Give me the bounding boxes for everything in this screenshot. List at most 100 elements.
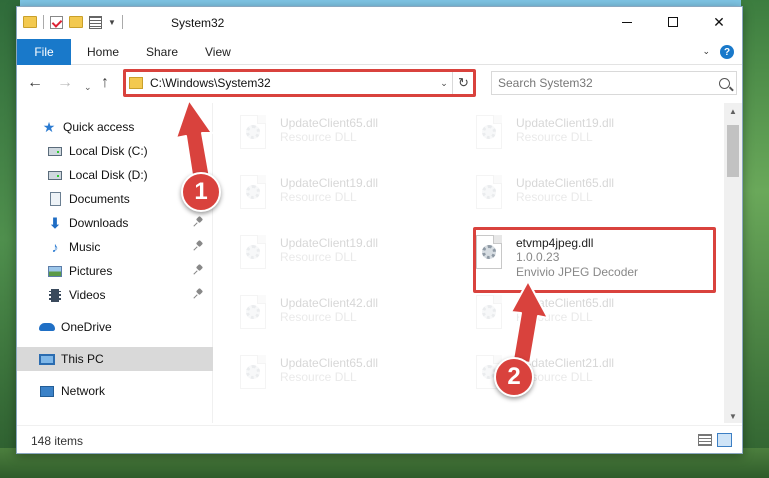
file-description: Resource DLL — [280, 130, 357, 144]
help-icon[interactable]: ? — [720, 45, 734, 59]
sidebar-item-downloads[interactable]: ⬇ Downloads — [17, 211, 213, 235]
maximize-icon — [668, 17, 678, 27]
sidebar-item-label: OneDrive — [61, 320, 112, 334]
sidebar-item-label: This PC — [61, 352, 104, 366]
title-bar: ▼ System32 ✕ — [17, 7, 742, 39]
scroll-down-arrow-icon[interactable]: ▼ — [729, 412, 737, 421]
properties-check-icon[interactable] — [50, 15, 63, 29]
videos-icon — [47, 288, 63, 302]
list-item[interactable]: UpdateClient19.dll Resource DLL — [214, 171, 444, 221]
item-count: 148 items — [31, 434, 84, 448]
sidebar-item-pictures[interactable]: Pictures — [17, 259, 213, 283]
vertical-scrollbar[interactable]: ▲ ▼ — [724, 103, 742, 423]
file-name: UpdateClient65.dll — [516, 176, 615, 190]
sidebar-item-onedrive[interactable]: OneDrive — [17, 315, 213, 339]
list-item[interactable]: UpdateClient19.dll Resource DLL — [450, 111, 680, 161]
file-highlight-box — [473, 227, 716, 293]
close-button[interactable]: ✕ — [696, 7, 742, 37]
back-arrow-icon[interactable]: ← — [27, 75, 43, 91]
sidebar-item-label: Network — [61, 384, 106, 398]
window-title: System32 — [171, 16, 225, 30]
refresh-icon[interactable]: ↻ — [452, 72, 474, 94]
sidebar-item-videos[interactable]: Videos — [17, 283, 213, 307]
toolbar-divider — [121, 15, 123, 29]
sidebar-item-label: Videos — [69, 288, 106, 302]
customize-toolbar-chevron-down-icon[interactable]: ▼ — [108, 18, 116, 27]
quick-access-toolbar: ▼ — [23, 15, 123, 29]
file-description: Resource DLL — [516, 310, 593, 324]
list-item[interactable]: UpdateClient65.dll Resource DLL — [450, 291, 680, 341]
maximize-button[interactable] — [650, 7, 696, 37]
ribbon-tabs: File Home Share View ⌄ ? — [17, 39, 742, 65]
list-item[interactable]: UpdateClient19.dll Resource DLL — [214, 231, 444, 281]
address-history-chevron-down-icon[interactable]: ⌄ — [436, 78, 452, 89]
pin-icon[interactable] — [195, 265, 203, 275]
dll-file-icon — [236, 295, 270, 333]
star-icon: ★ — [42, 118, 56, 135]
file-description: Resource DLL — [280, 190, 357, 204]
wallpaper-right — [741, 0, 769, 478]
list-item[interactable]: UpdateClient65.dll Resource DLL — [450, 171, 680, 221]
dll-file-icon — [472, 175, 506, 213]
dll-file-icon — [236, 175, 270, 213]
file-description: Resource DLL — [280, 310, 357, 324]
sidebar-item-quick-access[interactable]: ★ Quick access — [17, 115, 213, 139]
sidebar-item-label: Music — [69, 240, 101, 254]
recent-locations-chevron-down-icon[interactable]: ⌄ — [84, 79, 92, 95]
address-path[interactable]: C:\Windows\System32 — [150, 76, 436, 90]
expand-ribbon-chevron-icon[interactable]: ⌄ — [702, 46, 710, 57]
navigation-pane: ★ Quick access Local Disk (C:) Local Dis… — [17, 103, 213, 423]
search-input[interactable]: Search System32 — [491, 71, 737, 95]
file-name: UpdateClient19.dll — [280, 176, 379, 190]
sidebar-item-label: Local Disk (C:) — [69, 144, 148, 158]
list-item[interactable]: UpdateClient21.dll Resource DLL — [450, 351, 680, 401]
list-item[interactable]: UpdateClient65.dll Resource DLL — [214, 111, 444, 161]
pin-icon[interactable] — [195, 289, 203, 299]
step-1-badge: 1 — [181, 172, 221, 212]
file-name: UpdateClient65.dll — [280, 356, 379, 370]
minimize-button[interactable] — [604, 7, 650, 37]
file-name: UpdateClient42.dll — [280, 296, 379, 310]
music-icon: ♪ — [51, 239, 59, 255]
up-arrow-icon[interactable]: ↑ — [101, 75, 109, 91]
address-bar[interactable]: C:\Windows\System32 ⌄ ↻ — [123, 71, 475, 95]
sidebar-item-this-pc[interactable]: This PC — [17, 347, 213, 371]
dll-file-icon — [472, 295, 506, 333]
explorer-window: ▼ System32 ✕ File Home Share View ⌄ ? ← … — [16, 6, 743, 454]
navigation-bar: ← → ⌄ ↑ C:\Windows\System32 ⌄ ↻ Search S… — [17, 65, 742, 103]
drive-icon — [47, 168, 63, 182]
folder-icon — [129, 77, 143, 89]
list-item[interactable]: UpdateClient42.dll Resource DLL — [214, 291, 444, 341]
file-description: Resource DLL — [280, 250, 357, 264]
status-bar: 148 items — [17, 425, 742, 453]
pin-icon[interactable] — [195, 241, 203, 251]
pin-icon[interactable] — [195, 145, 203, 155]
toolbar-divider — [43, 15, 44, 29]
scroll-thumb[interactable] — [727, 125, 739, 177]
properties-icon[interactable] — [89, 15, 102, 29]
step-2-badge: 2 — [494, 357, 534, 397]
sidebar-item-local-disk-c[interactable]: Local Disk (C:) — [17, 139, 213, 163]
dll-file-icon — [472, 115, 506, 153]
details-view-icon[interactable] — [698, 434, 712, 446]
list-item[interactable]: UpdateClient65.dll Resource DLL — [214, 351, 444, 401]
sidebar-item-music[interactable]: ♪ Music — [17, 235, 213, 259]
large-icons-view-icon[interactable] — [717, 433, 732, 447]
tab-view[interactable]: View — [205, 39, 231, 65]
file-description: Resource DLL — [280, 370, 357, 384]
pin-icon[interactable] — [195, 217, 203, 227]
sidebar-item-label: Downloads — [69, 216, 129, 230]
sidebar-item-label: Local Disk (D:) — [69, 168, 148, 182]
tab-share[interactable]: Share — [146, 39, 178, 65]
sidebar-item-label: Quick access — [63, 120, 135, 134]
sidebar-item-network[interactable]: Network — [17, 379, 213, 403]
tab-home[interactable]: Home — [87, 39, 119, 65]
scroll-up-arrow-icon[interactable]: ▲ — [729, 107, 737, 116]
sidebar-item-label: Documents — [69, 192, 130, 206]
dll-file-icon — [236, 355, 270, 393]
tab-file[interactable]: File — [17, 39, 71, 65]
forward-arrow-icon[interactable]: → — [57, 75, 73, 91]
new-folder-icon[interactable] — [69, 16, 83, 28]
drive-icon — [47, 144, 63, 158]
sidebar-item-label: Pictures — [69, 264, 113, 278]
